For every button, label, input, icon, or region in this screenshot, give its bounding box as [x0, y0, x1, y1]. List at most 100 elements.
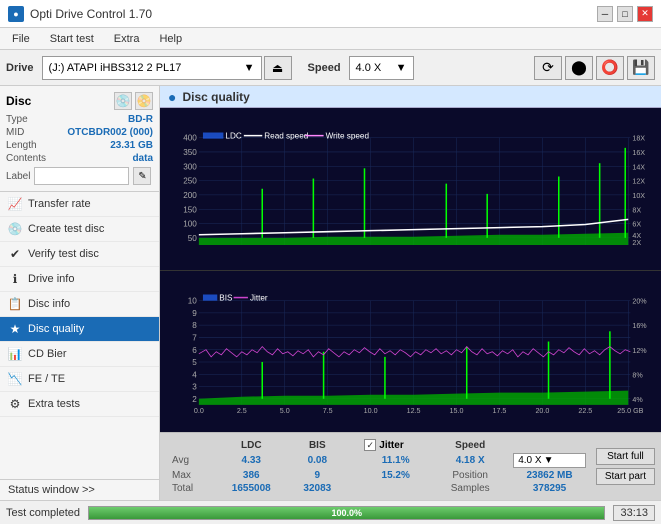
menu-file[interactable]: File	[4, 31, 38, 47]
start-full-button[interactable]: Start full	[596, 448, 655, 465]
svg-text:10X: 10X	[632, 192, 645, 200]
svg-text:150: 150	[183, 205, 197, 214]
max-jitter: 15.2%	[358, 469, 433, 482]
disc-icon-1[interactable]: 💿	[114, 92, 132, 110]
fe-te-icon: 📉	[8, 372, 22, 386]
svg-text:50: 50	[188, 234, 198, 243]
svg-text:300: 300	[183, 162, 197, 171]
menu-extra[interactable]: Extra	[106, 31, 148, 47]
svg-text:Read speed: Read speed	[264, 132, 308, 141]
sidebar-item-label: Transfer rate	[28, 198, 91, 210]
disc-type-row: Type BD-R	[6, 114, 153, 125]
disc-icon-2[interactable]: 📀	[135, 92, 153, 110]
speed-label: Speed	[308, 62, 341, 74]
close-button[interactable]: ✕	[637, 6, 653, 22]
row-total-label: Total	[166, 482, 214, 495]
svg-text:7.5: 7.5	[323, 407, 333, 415]
menu-start-test[interactable]: Start test	[42, 31, 102, 47]
sidebar-item-drive-info[interactable]: ℹ Drive info	[0, 267, 159, 292]
drive-info-icon: ℹ	[8, 272, 22, 286]
sidebar-item-cd-bier[interactable]: 📊 CD Bier	[0, 342, 159, 367]
status-window-label: Status window >>	[8, 484, 95, 496]
svg-text:12%: 12%	[632, 346, 647, 354]
avg-bis: 0.08	[288, 452, 346, 469]
speed-dropdown[interactable]: 4.0 X ▼	[349, 56, 414, 80]
drive-dropdown[interactable]: (J:) ATAPI iHBS312 2 PL17 ▼	[42, 56, 262, 80]
disc-panel: Disc 💿 📀 Type BD-R MID OTCBDR002 (000) L…	[0, 86, 159, 192]
status-text: Test completed	[6, 507, 80, 519]
svg-text:Write speed: Write speed	[326, 132, 370, 141]
app-icon: ●	[8, 6, 24, 22]
row-avg-label: Avg	[166, 452, 214, 469]
erase-button[interactable]: ⭕	[596, 56, 624, 80]
disc-type-val: BD-R	[128, 114, 153, 125]
content-header-title: Disc quality	[182, 90, 249, 104]
svg-text:0.0: 0.0	[194, 407, 204, 415]
sidebar-item-create-test-disc[interactable]: 💿 Create test disc	[0, 217, 159, 242]
save-button[interactable]: 💾	[627, 56, 655, 80]
menu-help[interactable]: Help	[151, 31, 190, 47]
sidebar-item-label: Disc info	[28, 298, 70, 310]
sidebar-item-fe-te[interactable]: 📉 FE / TE	[0, 367, 159, 392]
label-key: Label	[6, 171, 30, 182]
disc-contents-val: data	[132, 153, 153, 164]
eject-button[interactable]: ⏏	[264, 56, 292, 80]
samples-label: Samples	[433, 482, 507, 495]
maximize-button[interactable]: □	[617, 6, 633, 22]
svg-text:17.5: 17.5	[492, 407, 506, 415]
transfer-rate-icon: 📈	[8, 197, 22, 211]
sidebar-item-verify-test-disc[interactable]: ✔ Verify test disc	[0, 242, 159, 267]
sidebar-item-label: Verify test disc	[28, 248, 99, 260]
sidebar-item-transfer-rate[interactable]: 📈 Transfer rate	[0, 192, 159, 217]
svg-text:400: 400	[183, 134, 197, 143]
svg-text:25.0 GB: 25.0 GB	[617, 407, 643, 415]
position-val: 23862 MB	[507, 469, 592, 482]
cd-bier-icon: 📊	[8, 347, 22, 361]
max-bis: 9	[288, 469, 346, 482]
progress-label: 100.0%	[331, 508, 362, 518]
svg-text:2X: 2X	[632, 239, 641, 247]
verify-test-icon: ✔	[8, 247, 22, 261]
svg-text:7: 7	[192, 333, 197, 342]
jitter-label: Jitter	[379, 440, 403, 451]
statusbar: Test completed 100.0% 33:13	[0, 500, 661, 524]
disc-length-key: Length	[6, 140, 37, 151]
label-edit-button[interactable]: ✎	[133, 167, 151, 185]
svg-text:350: 350	[183, 148, 197, 157]
speed-select[interactable]: 4.0 X▼	[513, 453, 586, 468]
drive-selector: (J:) ATAPI iHBS312 2 PL17 ▼ ⏏	[42, 56, 292, 80]
label-input[interactable]	[34, 167, 129, 185]
refresh-button[interactable]: ⟳	[534, 56, 562, 80]
disc-quality-icon: ★	[8, 322, 22, 336]
svg-text:2: 2	[192, 394, 197, 403]
sidebar-item-label: Extra tests	[28, 398, 80, 410]
svg-text:15.0: 15.0	[450, 407, 464, 415]
svg-text:16X: 16X	[632, 149, 645, 157]
col-speed: Speed	[433, 438, 507, 452]
jitter-check-row: Jitter	[358, 438, 433, 452]
sidebar-item-disc-info[interactable]: 📋 Disc info	[0, 292, 159, 317]
sidebar-item-disc-quality[interactable]: ★ Disc quality	[0, 317, 159, 342]
record-button[interactable]: ⬤	[565, 56, 593, 80]
svg-text:250: 250	[183, 177, 197, 186]
status-window-button[interactable]: Status window >>	[0, 479, 159, 500]
create-test-icon: 💿	[8, 222, 22, 236]
svg-text:BIS: BIS	[219, 293, 233, 302]
disc-contents-row: Contents data	[6, 153, 153, 164]
app-title: Opti Drive Control 1.70	[30, 7, 152, 21]
sidebar-item-label: Drive info	[28, 273, 74, 285]
svg-text:8: 8	[192, 321, 197, 330]
speed-val: 4.18 X	[433, 452, 507, 469]
sidebar-item-extra-tests[interactable]: ⚙ Extra tests	[0, 392, 159, 417]
minimize-button[interactable]: ─	[597, 6, 613, 22]
total-ldc: 1655008	[214, 482, 288, 495]
content-header: ● Disc quality	[160, 86, 661, 108]
svg-text:4: 4	[192, 370, 197, 379]
sidebar-item-label: Disc quality	[28, 323, 84, 335]
svg-text:6X: 6X	[632, 221, 641, 229]
disc-type-key: Type	[6, 114, 28, 125]
toolbar-buttons: ⟳ ⬤ ⭕ 💾	[534, 56, 655, 80]
jitter-checkbox[interactable]	[364, 439, 376, 451]
start-part-button[interactable]: Start part	[596, 468, 655, 485]
svg-text:2.5: 2.5	[237, 407, 247, 415]
